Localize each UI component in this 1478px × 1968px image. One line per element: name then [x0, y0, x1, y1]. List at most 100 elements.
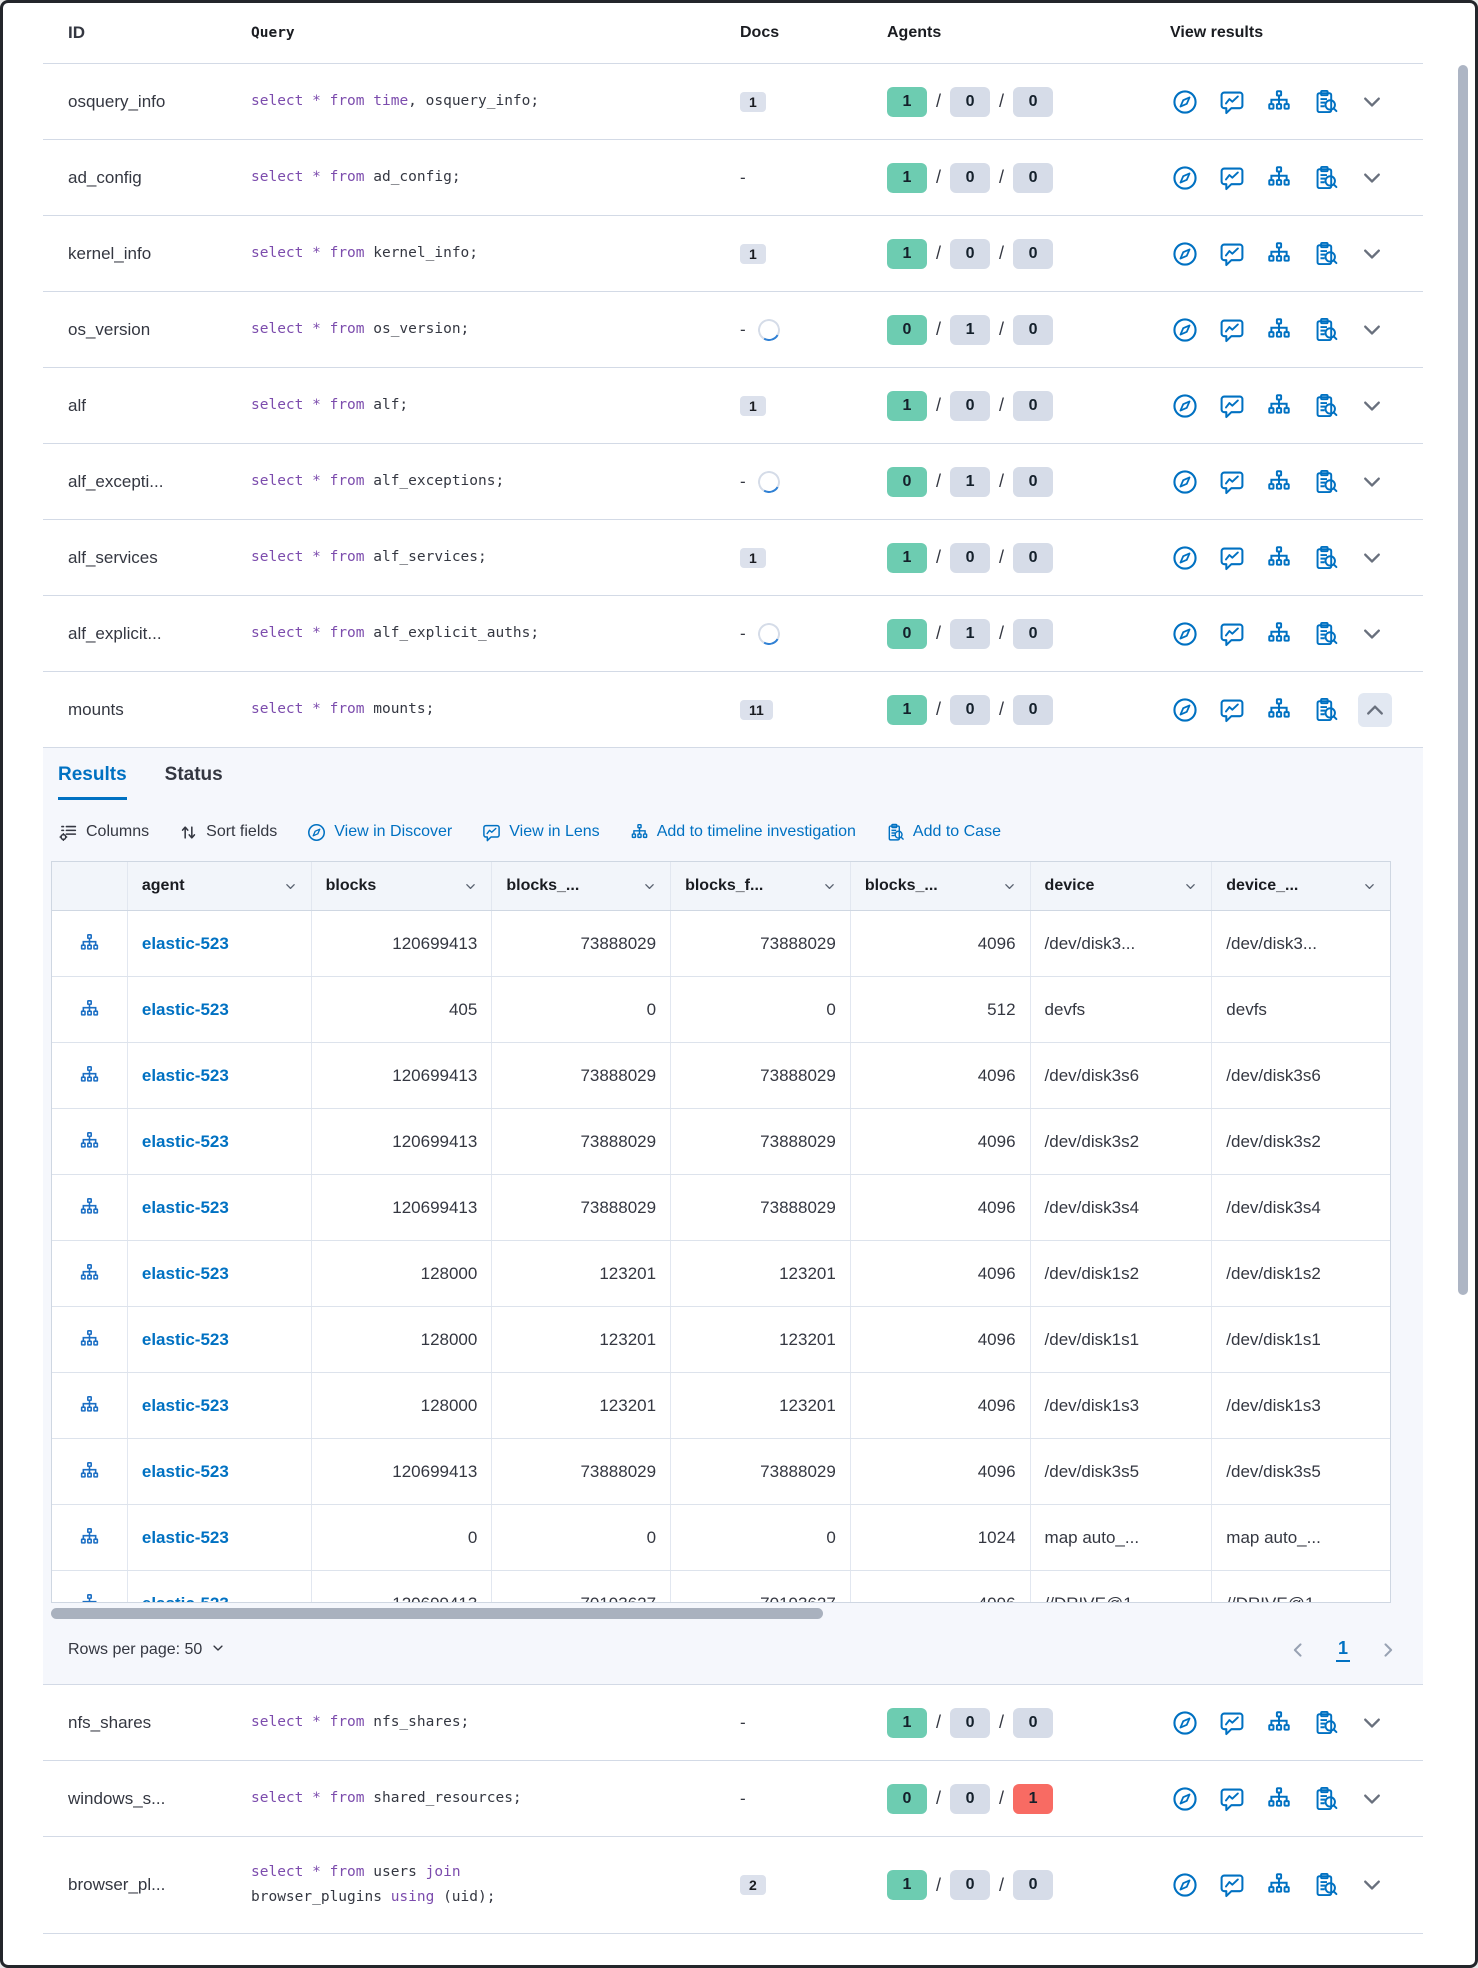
view-in-lens-button[interactable]: [1217, 619, 1247, 649]
grid-column-header-3[interactable]: blocks_f...: [671, 862, 851, 910]
view-in-discover-button[interactable]: [1170, 315, 1200, 345]
view-in-lens-button[interactable]: [1217, 315, 1247, 345]
agent-link[interactable]: elastic-523: [142, 1462, 229, 1482]
collapse-row-button[interactable]: [1358, 693, 1392, 727]
add-to-case-button[interactable]: [1311, 1870, 1341, 1900]
agent-link[interactable]: elastic-523: [142, 1198, 229, 1218]
row-timeline-button[interactable]: [79, 1461, 100, 1482]
add-to-timeline-button[interactable]: [1264, 1708, 1294, 1738]
expand-row-button[interactable]: [1358, 1785, 1386, 1813]
row-timeline-button[interactable]: [79, 1527, 100, 1548]
add-to-timeline-button[interactable]: [1264, 239, 1294, 269]
add-to-timeline-button[interactable]: [1264, 163, 1294, 193]
page-vertical-scrollbar[interactable]: [1458, 65, 1468, 1295]
row-timeline-button[interactable]: [79, 1593, 100, 1602]
view-in-discover-button[interactable]: [1170, 543, 1200, 573]
next-page-button[interactable]: [1378, 1640, 1398, 1660]
toolbar-add-to-timeline-investigation-button[interactable]: Add to timeline investigation: [630, 823, 856, 842]
view-in-lens-button[interactable]: [1217, 1870, 1247, 1900]
expand-row-button[interactable]: [1358, 1871, 1386, 1899]
view-in-discover-button[interactable]: [1170, 1708, 1200, 1738]
grid-column-header-5[interactable]: device: [1031, 862, 1213, 910]
agent-link[interactable]: elastic-523: [142, 1000, 229, 1020]
tab-status[interactable]: Status: [165, 764, 223, 800]
toolbar-view-in-discover-button[interactable]: View in Discover: [307, 823, 452, 842]
view-in-discover-button[interactable]: [1170, 391, 1200, 421]
expand-row-button[interactable]: [1358, 164, 1386, 192]
row-timeline-button[interactable]: [79, 933, 100, 954]
view-in-lens-button[interactable]: [1217, 467, 1247, 497]
grid-column-header-4[interactable]: blocks_...: [851, 862, 1031, 910]
add-to-case-button[interactable]: [1311, 543, 1341, 573]
add-to-timeline-button[interactable]: [1264, 543, 1294, 573]
add-to-case-button[interactable]: [1311, 695, 1341, 725]
expand-row-button[interactable]: [1358, 468, 1386, 496]
row-timeline-button[interactable]: [79, 1065, 100, 1086]
add-to-case-button[interactable]: [1311, 391, 1341, 421]
grid-column-header-0[interactable]: agent: [128, 862, 312, 910]
add-to-timeline-button[interactable]: [1264, 87, 1294, 117]
agent-link[interactable]: elastic-523: [142, 1396, 229, 1416]
agent-link[interactable]: elastic-523: [142, 1528, 229, 1548]
toolbar-view-in-lens-button[interactable]: View in Lens: [482, 823, 599, 842]
row-timeline-button[interactable]: [79, 1263, 100, 1284]
agent-link[interactable]: elastic-523: [142, 1066, 229, 1086]
grid-column-header-6[interactable]: device_...: [1212, 862, 1390, 910]
toolbar-add-to-case-button[interactable]: Add to Case: [886, 823, 1001, 842]
grid-column-header-2[interactable]: blocks_...: [492, 862, 671, 910]
agent-link[interactable]: elastic-523: [142, 934, 229, 954]
view-in-discover-button[interactable]: [1170, 163, 1200, 193]
row-timeline-button[interactable]: [79, 1329, 100, 1350]
view-in-lens-button[interactable]: [1217, 239, 1247, 269]
page-number-button[interactable]: 1: [1336, 1638, 1350, 1662]
view-in-lens-button[interactable]: [1217, 163, 1247, 193]
agent-link[interactable]: elastic-523: [142, 1594, 229, 1603]
add-to-timeline-button[interactable]: [1264, 1870, 1294, 1900]
expand-row-button[interactable]: [1358, 316, 1386, 344]
add-to-timeline-button[interactable]: [1264, 619, 1294, 649]
expand-row-button[interactable]: [1358, 240, 1386, 268]
row-timeline-button[interactable]: [79, 1131, 100, 1152]
add-to-case-button[interactable]: [1311, 1784, 1341, 1814]
expand-row-button[interactable]: [1358, 88, 1386, 116]
expand-row-button[interactable]: [1358, 620, 1386, 648]
view-in-discover-button[interactable]: [1170, 467, 1200, 497]
tab-results[interactable]: Results: [58, 764, 127, 800]
view-in-discover-button[interactable]: [1170, 239, 1200, 269]
expand-row-button[interactable]: [1358, 1709, 1386, 1737]
row-timeline-button[interactable]: [79, 1197, 100, 1218]
add-to-case-button[interactable]: [1311, 315, 1341, 345]
view-in-discover-button[interactable]: [1170, 87, 1200, 117]
add-to-timeline-button[interactable]: [1264, 1784, 1294, 1814]
view-in-discover-button[interactable]: [1170, 695, 1200, 725]
expand-row-button[interactable]: [1358, 544, 1386, 572]
add-to-case-button[interactable]: [1311, 1708, 1341, 1738]
view-in-lens-button[interactable]: [1217, 1708, 1247, 1738]
previous-page-button[interactable]: [1288, 1640, 1308, 1660]
expand-row-button[interactable]: [1358, 392, 1386, 420]
view-in-lens-button[interactable]: [1217, 1784, 1247, 1814]
rows-per-page-selector[interactable]: Rows per page: 50: [68, 1641, 225, 1660]
view-in-lens-button[interactable]: [1217, 391, 1247, 421]
row-timeline-button[interactable]: [79, 1395, 100, 1416]
toolbar-sort-fields-button[interactable]: Sort fields: [179, 823, 277, 842]
add-to-timeline-button[interactable]: [1264, 315, 1294, 345]
add-to-timeline-button[interactable]: [1264, 391, 1294, 421]
add-to-case-button[interactable]: [1311, 619, 1341, 649]
view-in-discover-button[interactable]: [1170, 1784, 1200, 1814]
row-timeline-button[interactable]: [79, 999, 100, 1020]
add-to-timeline-button[interactable]: [1264, 695, 1294, 725]
view-in-discover-button[interactable]: [1170, 1870, 1200, 1900]
add-to-timeline-button[interactable]: [1264, 467, 1294, 497]
agent-link[interactable]: elastic-523: [142, 1132, 229, 1152]
add-to-case-button[interactable]: [1311, 239, 1341, 269]
add-to-case-button[interactable]: [1311, 87, 1341, 117]
agent-link[interactable]: elastic-523: [142, 1264, 229, 1284]
add-to-case-button[interactable]: [1311, 467, 1341, 497]
view-in-lens-button[interactable]: [1217, 87, 1247, 117]
toolbar-columns-button[interactable]: Columns: [59, 823, 149, 842]
view-in-lens-button[interactable]: [1217, 695, 1247, 725]
view-in-lens-button[interactable]: [1217, 543, 1247, 573]
agent-link[interactable]: elastic-523: [142, 1330, 229, 1350]
grid-horizontal-scrollbar[interactable]: [51, 1608, 823, 1619]
